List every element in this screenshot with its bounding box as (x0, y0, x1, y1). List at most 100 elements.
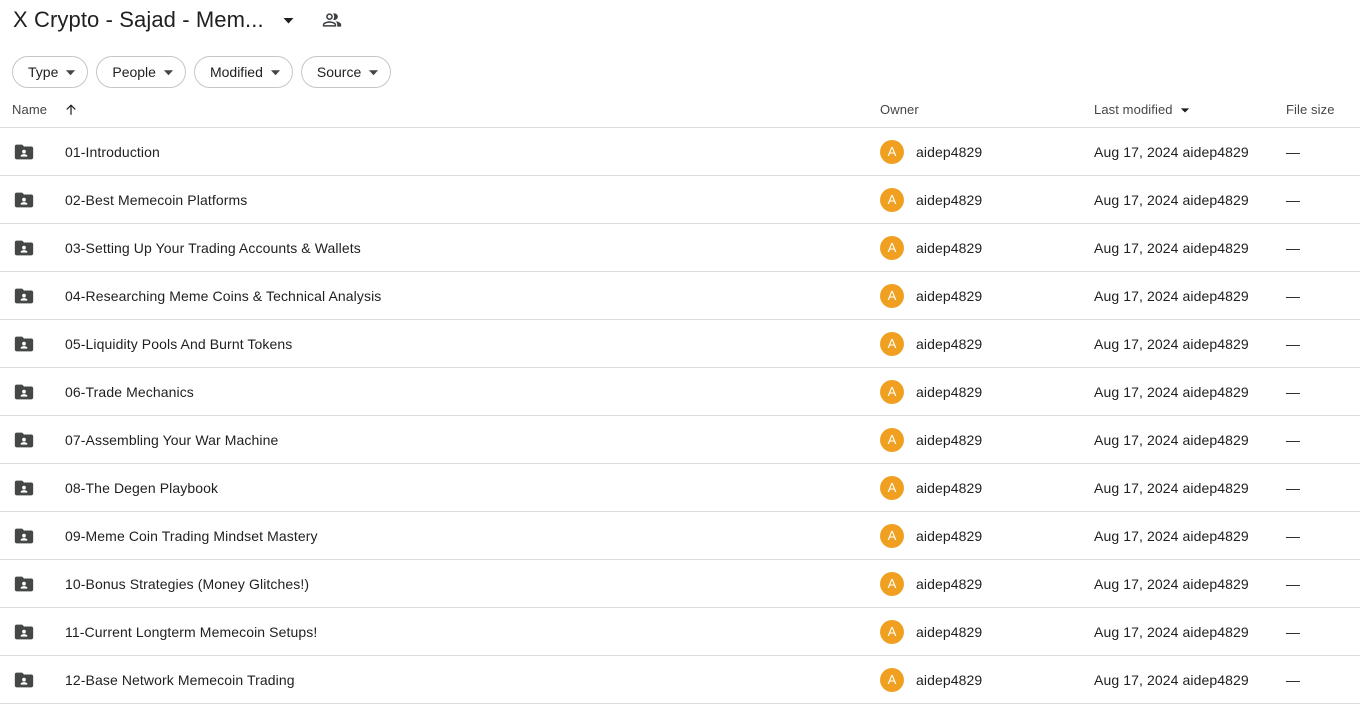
shared-folder-icon (12, 476, 36, 500)
owner-name: aidep4829 (916, 287, 983, 304)
owner-name: aidep4829 (916, 431, 983, 448)
cell-last-modified: Aug 17, 2024 aidep4829 (1094, 288, 1286, 304)
file-size-text: — (1286, 287, 1300, 304)
cell-last-modified: Aug 17, 2024 aidep4829 (1094, 240, 1286, 256)
cell-owner: Aaidep4829 (880, 619, 1094, 644)
cell-file-size: — (1286, 192, 1360, 208)
column-header-file-size[interactable]: File size (1286, 102, 1360, 117)
table-row[interactable]: 08-The Degen Playbook Aaidep4829 Aug 17, 2… (0, 464, 1360, 512)
avatar: A (880, 667, 904, 692)
chevron-down-icon[interactable] (278, 9, 300, 31)
chevron-down-icon (270, 67, 281, 78)
chevron-down-icon (368, 67, 379, 78)
filter-chip-modified[interactable]: Modified (193, 56, 293, 88)
titlebar: X Crypto - Sajad - Mem... (0, 0, 1360, 40)
file-size-text: — (1286, 623, 1300, 640)
table-row[interactable]: 05-Liquidity Pools And Burnt Tokens Aaide… (0, 320, 1360, 368)
column-header-last-modified[interactable]: Last modified (1094, 102, 1286, 117)
file-name: 07-Assembling Your War Machine (65, 431, 279, 448)
cell-name: 12-Base Network Memecoin Trading (12, 668, 880, 692)
people-shared-icon[interactable] (320, 8, 344, 32)
table-row[interactable]: 03-Setting Up Your Trading Accounts & Wa… (0, 224, 1360, 272)
table-row[interactable]: 04-Researching Meme Coins & Technical An… (0, 272, 1360, 320)
table-row[interactable]: 01-Introduction Aaidep4829 Aug 17, 2024 ai… (0, 128, 1360, 176)
cell-last-modified: Aug 17, 2024 aidep4829 (1094, 384, 1286, 400)
owner-name: aidep4829 (916, 671, 983, 688)
cell-file-size: — (1286, 240, 1360, 256)
cell-name: 01-Introduction (12, 140, 880, 164)
cell-owner: Aaidep4829 (880, 139, 1094, 164)
last-modified-text: Aug 17, 2024 aidep4829 (1094, 527, 1249, 544)
table-row[interactable]: 09-Meme Coin Trading Mindset Mastery Aaid… (0, 512, 1360, 560)
last-modified-text: Aug 17, 2024 aidep4829 (1094, 143, 1249, 160)
table-row[interactable]: 07-Assembling Your War Machine Aaidep4829… (0, 416, 1360, 464)
cell-name: 09-Meme Coin Trading Mindset Mastery (12, 524, 880, 548)
filter-chip-type-label: Type (28, 64, 59, 80)
cell-last-modified: Aug 17, 2024 aidep4829 (1094, 432, 1286, 448)
cell-last-modified: Aug 17, 2024 aidep4829 (1094, 672, 1286, 688)
avatar: A (880, 283, 904, 308)
filter-chip-source[interactable]: Source (300, 56, 392, 88)
cell-file-size: — (1286, 288, 1360, 304)
cell-last-modified: Aug 17, 2024 aidep4829 (1094, 624, 1286, 640)
filter-chip-people[interactable]: People (96, 56, 186, 88)
cell-last-modified: Aug 17, 2024 aidep4829 (1094, 480, 1286, 496)
chevron-down-icon (65, 67, 76, 78)
column-header-owner[interactable]: Owner (880, 102, 1094, 117)
cell-file-size: — (1286, 336, 1360, 352)
table-row[interactable]: 10-Bonus Strategies (Money Glitches!) Aai… (0, 560, 1360, 608)
shared-folder-icon (12, 332, 36, 356)
avatar: A (880, 571, 904, 596)
shared-folder-icon (12, 140, 36, 164)
filter-chip-people-label: People (112, 64, 156, 80)
table-row[interactable]: 06-Trade Mechanics Aaidep4829 Aug 17, 2024… (0, 368, 1360, 416)
file-name: 05-Liquidity Pools And Burnt Tokens (65, 335, 293, 352)
cell-owner: Aaidep4829 (880, 475, 1094, 500)
chevron-down-icon (1180, 105, 1190, 115)
owner-name: aidep4829 (916, 239, 983, 256)
avatar: A (880, 523, 904, 548)
table-row[interactable]: 12-Base Network Memecoin Trading Aaidep48… (0, 656, 1360, 704)
page-title: X Crypto - Sajad - Mem... (13, 7, 264, 32)
file-size-text: — (1286, 335, 1300, 352)
column-header-name[interactable]: Name (12, 102, 880, 117)
file-name: 04-Researching Meme Coins & Technical An… (65, 287, 382, 304)
cell-file-size: — (1286, 624, 1360, 640)
cell-name: 06-Trade Mechanics (12, 380, 880, 404)
file-size-text: — (1286, 239, 1300, 256)
filter-chip-type[interactable]: Type (12, 56, 89, 88)
cell-last-modified: Aug 17, 2024 aidep4829 (1094, 336, 1286, 352)
avatar: A (880, 619, 904, 644)
column-header-owner-label: Owner (880, 102, 919, 117)
last-modified-text: Aug 17, 2024 aidep4829 (1094, 239, 1249, 256)
cell-owner: Aaidep4829 (880, 379, 1094, 404)
owner-name: aidep4829 (916, 383, 983, 400)
shared-folder-icon (12, 668, 36, 692)
table-row[interactable]: 02-Best Memecoin Platforms Aaidep4829 Aug … (0, 176, 1360, 224)
file-list-body: 01-Introduction Aaidep4829 Aug 17, 2024 ai… (0, 128, 1360, 704)
shared-folder-icon (12, 188, 36, 212)
last-modified-text: Aug 17, 2024 aidep4829 (1094, 431, 1249, 448)
cell-file-size: — (1286, 432, 1360, 448)
column-header-name-label: Name (12, 102, 48, 117)
owner-name: aidep4829 (916, 479, 983, 496)
last-modified-text: Aug 17, 2024 aidep4829 (1094, 671, 1249, 688)
cell-file-size: — (1286, 144, 1360, 160)
cell-file-size: — (1286, 672, 1360, 688)
cell-last-modified: Aug 17, 2024 aidep4829 (1094, 528, 1286, 544)
table-row[interactable]: 11-Current Longterm Memecoin Setups! Aaid… (0, 608, 1360, 656)
shared-folder-icon (12, 236, 36, 260)
column-header-file-size-label: File size (1286, 102, 1335, 117)
filter-chip-modified-label: Modified (209, 64, 263, 80)
file-size-text: — (1286, 383, 1300, 400)
file-size-text: — (1286, 431, 1300, 448)
cell-owner: Aaidep4829 (880, 187, 1094, 212)
owner-name: aidep4829 (916, 143, 983, 160)
cell-last-modified: Aug 17, 2024 aidep4829 (1094, 144, 1286, 160)
cell-last-modified: Aug 17, 2024 aidep4829 (1094, 576, 1286, 592)
last-modified-text: Aug 17, 2024 aidep4829 (1094, 383, 1249, 400)
cell-name: 02-Best Memecoin Platforms (12, 188, 880, 212)
file-name: 02-Best Memecoin Platforms (65, 191, 248, 208)
owner-name: aidep4829 (916, 191, 983, 208)
shared-folder-icon (12, 620, 36, 644)
